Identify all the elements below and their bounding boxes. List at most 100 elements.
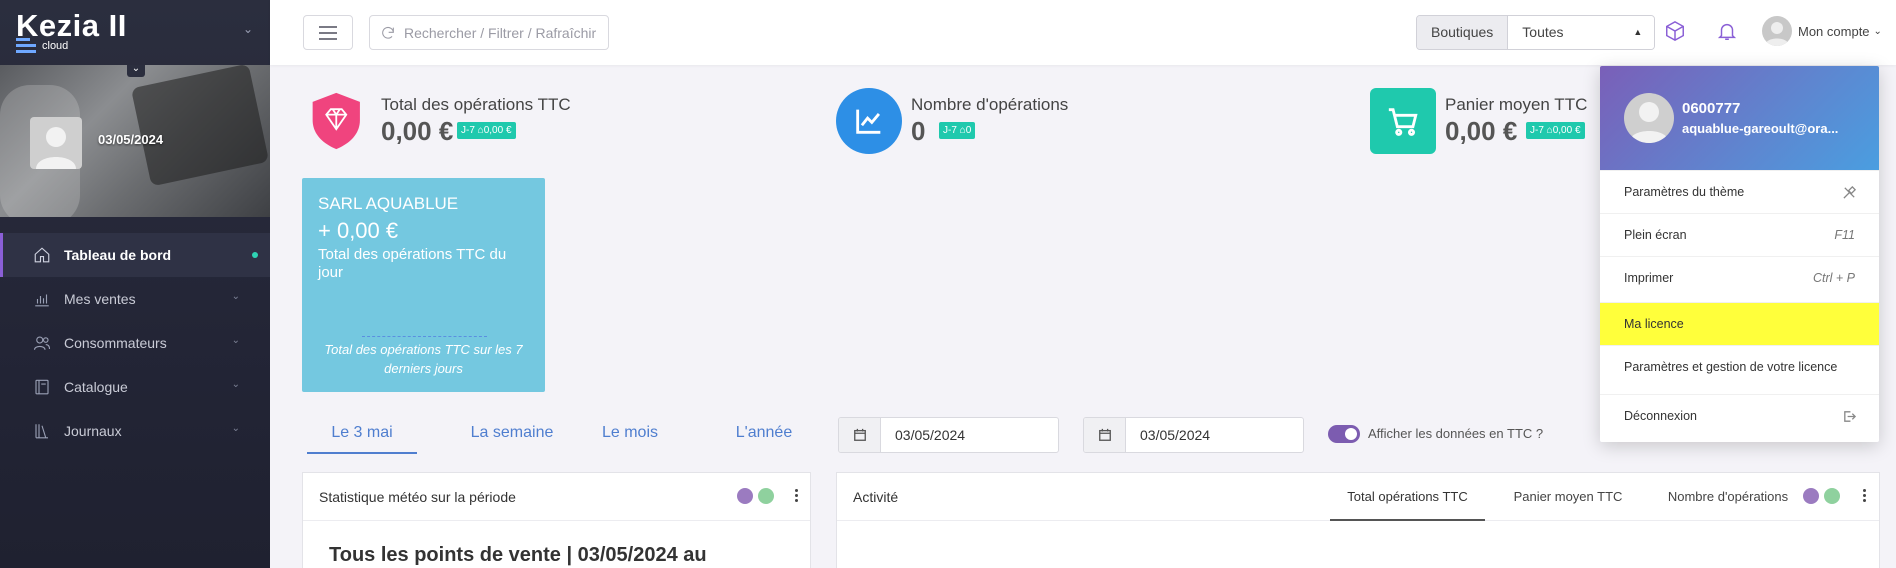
users-icon (32, 333, 52, 353)
kpi-value: 0,00 € (381, 116, 454, 146)
legend-dot-green[interactable] (1824, 488, 1840, 504)
menu-item-print[interactable]: Imprimer Ctrl + P (1600, 256, 1879, 299)
kpi-badge: J-7 ⌂0 (939, 122, 976, 139)
sidebar-item-journals[interactable]: Journaux ⌄ (0, 409, 270, 453)
legend-dots (737, 488, 774, 504)
trend-chart-icon (836, 88, 902, 154)
chevron-down-icon: ⌄ (231, 335, 240, 346)
tab-operations-count[interactable]: Nombre d'opérations (1643, 489, 1813, 521)
menu-item-label: Paramètres et gestion de votre licence (1624, 360, 1838, 374)
panel-header: Activité Total opérations TTC Panier moy… (837, 473, 1879, 521)
sidebar-item-dashboard[interactable]: Tableau de bord (0, 233, 270, 277)
profile-box: ⌄ 03/05/2024 (0, 65, 270, 217)
legend-dot-purple[interactable] (1803, 488, 1819, 504)
account-menu-button[interactable]: Mon compte ⌄ (1762, 16, 1882, 46)
store-footer: Total des opérations TTC sur les 7 derni… (324, 342, 523, 376)
kpi-title: Nombre d'opérations (911, 95, 1069, 114)
search-refresh-button[interactable]: Rechercher / Filtrer / Rafraîchir (369, 15, 609, 50)
calendar-icon (1084, 418, 1126, 452)
kpi-average-basket: Panier moyen TTC 0,00 € J-7 ⌂0,00 € (1370, 88, 1610, 158)
shop-filter: Boutiques Toutes ▲▼ (1416, 15, 1656, 50)
sidebar-nav: Tableau de bord Mes ventes ⌄ Consommateu… (0, 233, 270, 453)
menu-item-label: Paramètres du thème (1624, 185, 1745, 199)
activity-panel: Activité Total opérations TTC Panier moy… (836, 472, 1880, 568)
menu-item-license-settings[interactable]: Paramètres et gestion de votre licence (1600, 345, 1879, 388)
menu-item-label: Déconnexion (1624, 409, 1697, 423)
chevron-down-icon: ⌄ (231, 379, 240, 390)
sidebar-item-label: Journaux (64, 423, 122, 439)
store-summary-card[interactable]: SARL AQUABLUE + 0,00 € Total des opérati… (302, 178, 545, 392)
sidebar-item-label: Mes ventes (64, 291, 136, 307)
menu-item-label: Imprimer (1624, 271, 1674, 285)
meteo-panel: Statistique météo sur la période Tous le… (302, 472, 811, 568)
account-dropdown: 0600777 aquablue-gareoult@ora... Paramèt… (1600, 66, 1879, 442)
menu-item-label: Ma licence (1624, 317, 1684, 331)
kpi-title: Total des opérations TTC (381, 95, 571, 114)
tab-day[interactable]: Le 3 mai (307, 424, 417, 454)
legend-dot-purple[interactable] (737, 488, 753, 504)
library-icon (32, 421, 52, 441)
bell-icon[interactable] (1716, 20, 1740, 44)
store-desc: Total des opérations TTC du jour (318, 246, 507, 281)
chevron-down-icon: ⌄ (231, 291, 240, 302)
legend-dot-green[interactable] (758, 488, 774, 504)
ttc-toggle[interactable] (1328, 425, 1360, 443)
more-options-icon[interactable] (795, 487, 801, 504)
home-icon (32, 245, 52, 265)
sidebar-item-sales[interactable]: Mes ventes ⌄ (0, 277, 270, 321)
diamond-shield-icon (306, 88, 372, 154)
tab-total-ttc[interactable]: Total opérations TTC (1330, 489, 1485, 521)
calendar-icon (839, 418, 881, 452)
chevron-down-icon[interactable]: ⌄ (240, 22, 256, 38)
avatar (1762, 16, 1792, 46)
store-name: SARL AQUABLUE (318, 194, 459, 213)
sidebar-item-label: Tableau de bord (64, 247, 172, 263)
sidebar-item-label: Consommateurs (64, 335, 167, 351)
shop-select[interactable]: Toutes ▲▼ (1508, 16, 1655, 49)
tools-icon (1843, 185, 1857, 199)
tab-year[interactable]: L'année (724, 424, 804, 454)
menu-item-shortcut: Ctrl + P (1812, 271, 1855, 285)
chevron-down-icon: ⌄ (231, 423, 240, 434)
kpi-badge: J-7 ⌂0,00 € (457, 122, 516, 139)
tab-week[interactable]: La semaine (447, 424, 577, 454)
sidebar-item-label: Catalogue (64, 379, 128, 395)
bar-chart-icon (32, 289, 52, 309)
profile-chevron-icon[interactable]: ⌄ (127, 65, 145, 77)
shop-select-value: Toutes (1522, 24, 1564, 40)
cube-icon[interactable] (1664, 20, 1688, 44)
kpi-value: 0,00 € (1445, 116, 1518, 146)
account-label: Mon compte (1798, 23, 1870, 39)
menu-item-fullscreen[interactable]: Plein écran F11 (1600, 213, 1879, 256)
date-from-value: 03/05/2024 (895, 427, 966, 443)
menu-item-my-license[interactable]: Ma licence (1600, 302, 1879, 345)
date-to-field[interactable]: 03/05/2024 (1083, 417, 1304, 453)
menu-item-theme-settings[interactable]: Paramètres du thème (1600, 170, 1879, 213)
logo-bars-icon (16, 38, 36, 56)
sidebar-item-catalogue[interactable]: Catalogue ⌄ (0, 365, 270, 409)
kpi-badge: J-7 ⌂0,00 € (1526, 122, 1585, 139)
tab-average-basket[interactable]: Panier moyen TTC (1503, 489, 1633, 521)
legend-dots (1803, 488, 1840, 504)
tab-month[interactable]: Le mois (590, 424, 670, 454)
more-options-icon[interactable] (1863, 487, 1869, 504)
sidebar: Kezia II cloud ⌄ ⌄ 03/05/2024 Tableau de… (0, 0, 270, 568)
panel-title: Activité (853, 489, 899, 505)
menu-item-label: Plein écran (1624, 228, 1687, 242)
select-arrow-icon: ▲▼ (1633, 27, 1643, 37)
date-to-value: 03/05/2024 (1140, 427, 1211, 443)
app-logo[interactable]: Kezia II cloud (16, 8, 136, 56)
menu-toggle-button[interactable] (303, 15, 353, 50)
avatar (1624, 93, 1674, 143)
top-header: Rechercher / Filtrer / Rafraîchir Boutiq… (270, 0, 1896, 65)
kpi-operations-count: Nombre d'opérations 0 J-7 ⌂0 (836, 88, 1236, 158)
date-from-field[interactable]: 03/05/2024 (838, 417, 1059, 453)
avatar[interactable] (30, 117, 82, 169)
logout-icon (1844, 410, 1857, 422)
dropdown-header: 0600777 aquablue-gareoult@ora... (1600, 66, 1879, 170)
panel-header: Statistique météo sur la période (303, 473, 810, 521)
sidebar-item-consumers[interactable]: Consommateurs ⌄ (0, 321, 270, 365)
menu-item-logout[interactable]: Déconnexion (1600, 394, 1879, 437)
menu-item-shortcut: F11 (1834, 228, 1855, 242)
search-label: Rechercher / Filtrer / Rafraîchir (404, 24, 597, 41)
